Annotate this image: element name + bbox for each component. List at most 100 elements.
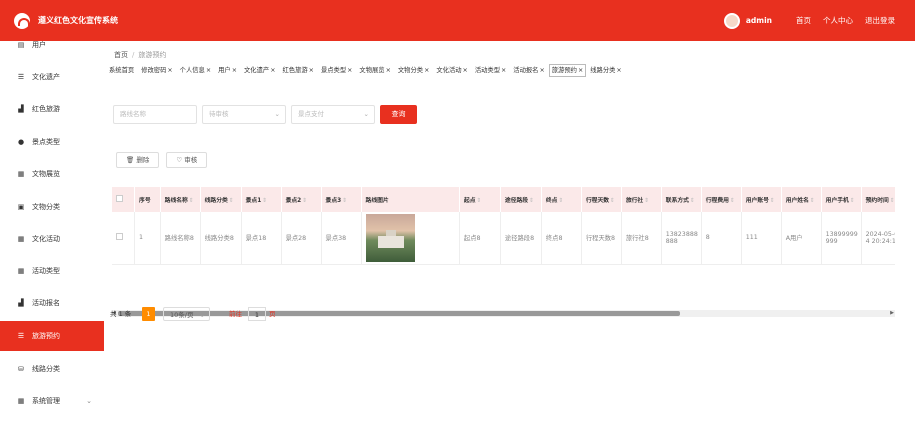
close-icon[interactable]: × <box>424 67 429 74</box>
sidebar-item-relic-category[interactable]: ▣ 文物分类 <box>0 192 104 222</box>
sort-icon[interactable]: ⇕ <box>262 198 267 204</box>
close-icon[interactable]: × <box>386 67 391 74</box>
sidebar-item-scenic-types[interactable]: ● 景点类型 <box>0 127 104 157</box>
close-icon[interactable]: × <box>501 67 506 74</box>
select-all-checkbox[interactable] <box>116 195 123 202</box>
close-icon[interactable]: × <box>578 67 583 74</box>
route-name-input[interactable]: 路线名称 <box>113 105 197 124</box>
goto-page-input[interactable]: 1 <box>248 307 266 321</box>
col-header[interactable]: 行程天数⇕ <box>581 187 622 212</box>
sidebar-item-registration[interactable]: ▟ 活动报名 <box>0 288 104 318</box>
sidebar-item-label: 线路分类 <box>32 365 60 373</box>
close-icon[interactable]: × <box>539 67 544 74</box>
username: admin <box>745 16 772 25</box>
col-header[interactable]: 用户账号⇕ <box>741 187 782 212</box>
tab-change-password[interactable]: 修改密码× <box>138 64 175 77</box>
close-icon[interactable]: × <box>309 67 314 74</box>
col-header[interactable]: 途径路段⇕ <box>500 187 542 212</box>
sort-icon[interactable]: ⇕ <box>189 198 194 204</box>
col-header[interactable]: 线路分类⇕ <box>200 187 242 212</box>
sort-icon[interactable]: ⇕ <box>850 198 855 204</box>
row-checkbox[interactable] <box>116 233 123 241</box>
sidebar-item-exhibits[interactable]: ▦ 文物展览 <box>0 159 104 189</box>
col-header[interactable]: 用户手机⇕ <box>821 187 862 212</box>
tab-scenic-types[interactable]: 景点类型× <box>318 64 355 77</box>
tab-route-category[interactable]: 线路分类× <box>587 64 624 77</box>
col-header[interactable]: 序号 <box>134 187 161 212</box>
sidebar-item-activities[interactable]: ▦ 文化活动 <box>0 224 104 254</box>
tab-registration[interactable]: 活动报名× <box>510 64 547 77</box>
col-header[interactable]: 旅行社⇕ <box>621 187 662 212</box>
col-header[interactable]: 用户姓名⇕ <box>781 187 822 212</box>
header-link-logout[interactable]: 退出登录 <box>865 15 895 26</box>
sidebar-item-label: 旅游预约 <box>32 332 60 340</box>
delete-button[interactable]: 🗑 删除 <box>116 152 160 168</box>
close-icon[interactable]: × <box>206 67 211 74</box>
route-image[interactable] <box>365 213 415 262</box>
sort-icon[interactable]: ⇕ <box>342 198 347 204</box>
sort-icon[interactable]: ⇕ <box>610 198 615 204</box>
sidebar-item-heritage[interactable]: ☰ 文化遗产 <box>0 62 104 92</box>
grid-icon: ▦ <box>17 235 25 243</box>
tab-heritage[interactable]: 文化遗产× <box>241 64 278 77</box>
status-select[interactable]: 待审核 ⌄ <box>202 105 286 124</box>
sort-icon[interactable]: ⇕ <box>229 198 234 204</box>
col-header[interactable]: 终点⇕ <box>541 187 582 212</box>
app-title: 遵义红色文化宣传系统 <box>38 16 118 25</box>
col-header[interactable]: 联系方式⇕ <box>661 187 702 212</box>
scroll-right-icon[interactable]: ▶ <box>890 310 894 316</box>
payment-select[interactable]: 景点支付 ⌄ <box>291 105 375 124</box>
sidebar-item-label: 用户 <box>32 41 46 49</box>
sort-icon[interactable]: ⇕ <box>558 198 563 204</box>
sidebar-item-travel-booking[interactable]: ☰ 旅游预约 <box>0 321 104 351</box>
col-header[interactable]: 景点1⇕ <box>241 187 282 212</box>
tab-red-tourism[interactable]: 红色旅游× <box>279 64 316 77</box>
tab-travel-booking[interactable]: 旅游预约× <box>548 64 587 77</box>
col-header[interactable]: 路线名称⇕ <box>160 187 201 212</box>
tab-activities[interactable]: 文化活动× <box>433 64 470 77</box>
audit-button[interactable]: ♡ 审核 <box>166 152 208 168</box>
close-icon[interactable]: × <box>232 67 237 74</box>
col-header[interactable]: 路线图片 <box>361 187 460 212</box>
col-header[interactable]: 景点2⇕ <box>281 187 322 212</box>
sort-icon[interactable]: ⇕ <box>690 198 695 204</box>
sort-icon[interactable]: ⇕ <box>477 198 482 204</box>
tab-activity-types[interactable]: 活动类型× <box>472 64 509 77</box>
close-icon[interactable]: × <box>616 67 621 74</box>
close-icon[interactable]: × <box>270 67 275 74</box>
col-header[interactable]: 行程费用⇕ <box>701 187 742 212</box>
sort-icon[interactable]: ⇕ <box>890 198 895 204</box>
sidebar-item-users[interactable]: ▤ 用户 <box>0 30 104 60</box>
sidebar-item-red-tourism[interactable]: ▟ 红色旅游 <box>0 94 104 124</box>
close-icon[interactable]: × <box>347 67 352 74</box>
query-button[interactable]: 查询 <box>380 105 417 124</box>
sort-icon[interactable]: ⇕ <box>529 198 534 204</box>
sidebar-item-activity-types[interactable]: ▦ 活动类型 <box>0 256 104 286</box>
sidebar-item-route-category[interactable]: ⛁ 线路分类 <box>0 354 104 384</box>
header-link-home[interactable]: 首页 <box>796 15 811 26</box>
tab-home[interactable]: 系统首页 <box>106 64 137 77</box>
tab-relic-category[interactable]: 文物分类× <box>395 64 432 77</box>
document-icon: ▤ <box>17 41 25 49</box>
list-icon: ☰ <box>17 332 25 340</box>
breadcrumb-home[interactable]: 首页 <box>114 51 128 59</box>
tab-users[interactable]: 用户× <box>215 64 240 77</box>
close-icon[interactable]: × <box>463 67 468 74</box>
col-header[interactable]: 起点⇕ <box>459 187 501 212</box>
pagination-current-page[interactable]: 1 <box>142 307 155 321</box>
col-header[interactable]: 景点3⇕ <box>321 187 362 212</box>
tab-exhibits[interactable]: 文物展览× <box>356 64 393 77</box>
tab-profile[interactable]: 个人信息× <box>177 64 214 77</box>
close-icon[interactable]: × <box>167 67 172 74</box>
sort-icon[interactable]: ⇕ <box>730 198 735 204</box>
sort-icon[interactable]: ⇕ <box>770 198 775 204</box>
table-row[interactable]: 1 路线名称8 线路分类8 景点18 景点28 景点38 起点8 途径路段8 终… <box>112 212 895 265</box>
sidebar-item-system[interactable]: ▦ 系统管理 ⌄ <box>0 386 104 416</box>
sort-icon[interactable]: ⇕ <box>644 198 649 204</box>
col-header[interactable]: 预约时间⇕ <box>861 187 895 212</box>
avatar[interactable] <box>723 12 740 29</box>
sort-icon[interactable]: ⇕ <box>302 198 307 204</box>
header-link-profile[interactable]: 个人中心 <box>823 15 853 26</box>
sort-icon[interactable]: ⇕ <box>810 198 815 204</box>
page-size-select[interactable]: 10条/页 ⌄ <box>163 307 210 321</box>
